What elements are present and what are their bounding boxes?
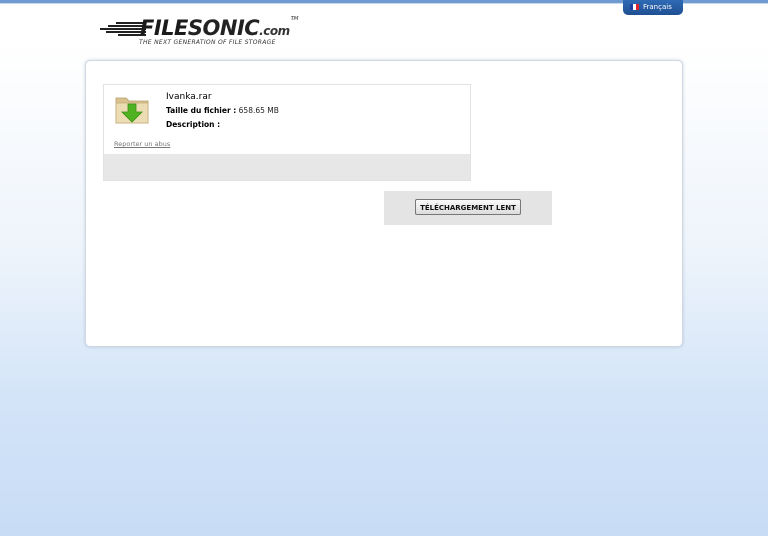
report-abuse-link[interactable]: Reporter un abus	[114, 140, 170, 148]
download-area: TÉLÉCHARGEMENT LENT	[384, 191, 552, 225]
file-size-label: Taille du fichier :	[166, 106, 237, 115]
file-box-footer	[104, 154, 470, 180]
speed-lines-icon	[96, 22, 146, 36]
file-description-row: Description :	[166, 120, 220, 129]
logo-com: .com	[259, 24, 290, 38]
main-panel: Ivanka.rar Taille du fichier : 658.65 MB…	[85, 60, 683, 347]
file-size-value: 658.65 MB	[238, 106, 279, 115]
logo-tm: TM	[290, 16, 299, 22]
file-size-row: Taille du fichier : 658.65 MB	[166, 106, 279, 115]
logo-tagline: THE NEXT GENERATION OF FILE STORAGE	[139, 39, 276, 46]
file-name: Ivanka.rar	[166, 92, 212, 102]
file-info-box: Ivanka.rar Taille du fichier : 658.65 MB…	[103, 84, 471, 181]
folder-download-icon	[115, 97, 149, 124]
language-selector[interactable]: Français	[623, 0, 683, 15]
file-description-label: Description :	[166, 120, 221, 129]
filesonic-logo[interactable]: FILESONIC.comTM THE NEXT GENERATION OF F…	[96, 14, 326, 52]
slow-download-button[interactable]: TÉLÉCHARGEMENT LENT	[415, 199, 521, 215]
logo-sonic: SONIC	[187, 16, 260, 40]
logo-file: FILE	[140, 16, 188, 40]
language-label: Français	[643, 3, 672, 11]
logo-wordmark: FILESONIC.comTM	[140, 16, 299, 40]
french-flag-icon	[630, 4, 639, 10]
